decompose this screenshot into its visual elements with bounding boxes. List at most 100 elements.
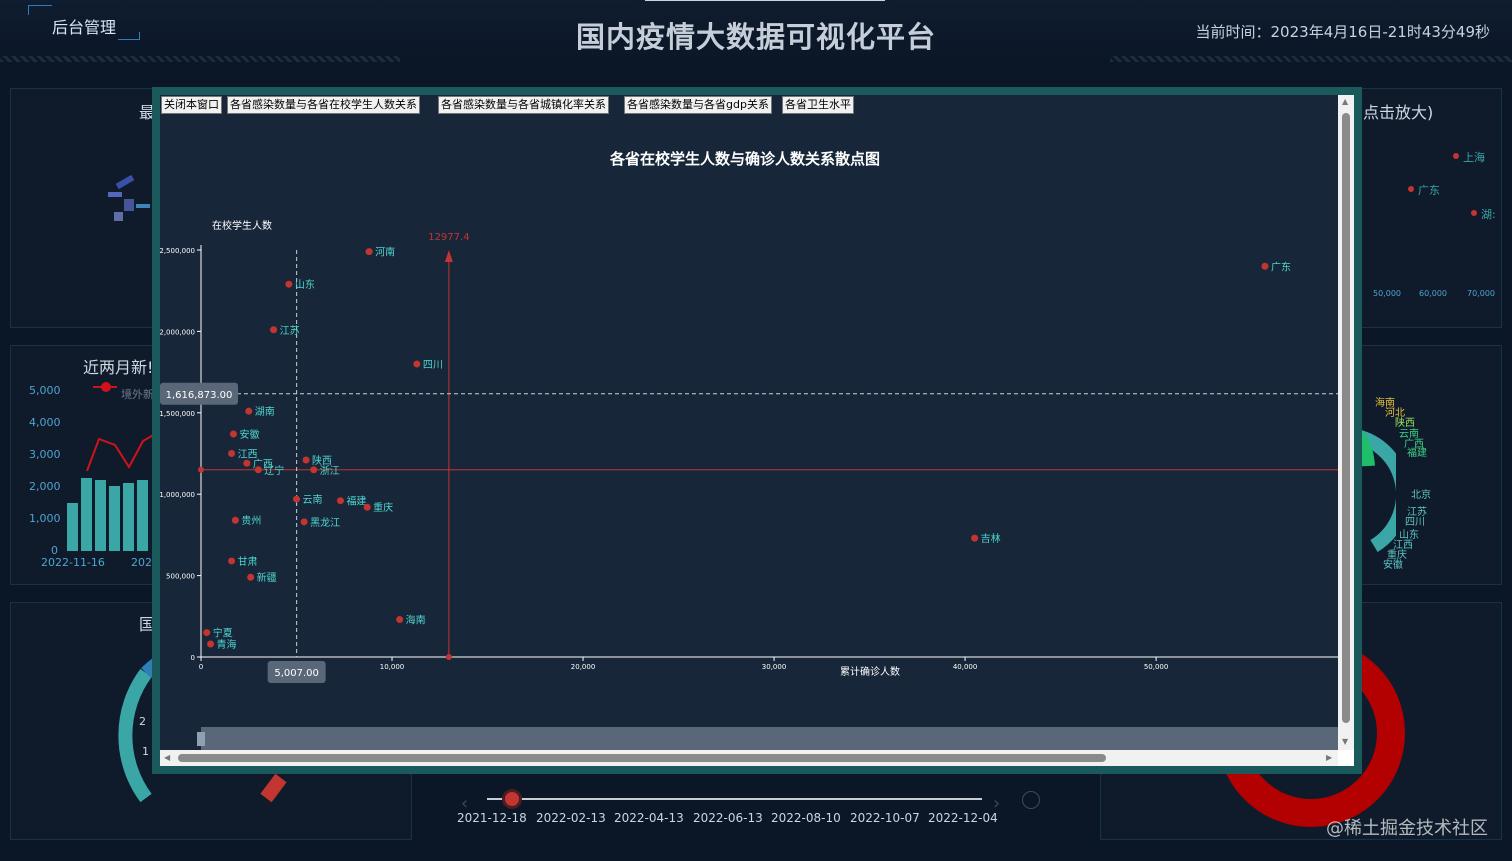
scatter-point xyxy=(229,430,237,438)
header-stripe xyxy=(0,56,400,62)
scatter-point-label: 江苏 xyxy=(280,324,300,337)
timeline-date[interactable]: 2022-08-10 xyxy=(771,811,841,825)
bg-bar xyxy=(137,480,148,551)
pie-label: 北京 xyxy=(1411,490,1431,501)
vertical-scrollbar[interactable]: ▲ ▼ xyxy=(1338,95,1354,750)
scatter-point xyxy=(363,503,371,511)
scatter-point-label: 海南 xyxy=(406,614,426,627)
datazoom-slider[interactable] xyxy=(201,727,1338,750)
mark-line-arrow xyxy=(444,250,453,262)
y-tick-label: 1,000 xyxy=(29,512,61,525)
scroll-down-icon[interactable]: ▼ xyxy=(1342,737,1348,746)
scatter-point-label: 浙江 xyxy=(320,465,340,477)
gauge-tick: 1 xyxy=(142,745,149,758)
bg-bar xyxy=(95,480,106,551)
timeline-date[interactable]: 2022-04-13 xyxy=(614,811,684,825)
scatter-point-label: 黑龙江 xyxy=(310,516,340,529)
timeline[interactable]: ‹ › 2021-12-18 2022-02-13 2022-04-13 202… xyxy=(455,785,1055,835)
timeline-date[interactable]: 2022-10-07 xyxy=(850,811,920,825)
mark-line-start xyxy=(445,654,452,660)
x-tick-label: 30,000 xyxy=(762,663,787,671)
gauge-tick: 2 xyxy=(139,715,146,728)
modal-content: 关闭本窗口 各省感染数量与各省在校学生人数关系 各省感染数量与各省城镇化率关系 … xyxy=(160,95,1354,766)
panel-title: 近两月新! xyxy=(83,358,154,377)
chart-modal: 关闭本窗口 各省感染数量与各省在校学生人数关系 各省感染数量与各省城镇化率关系 … xyxy=(152,87,1362,774)
scatter-point-label: 贵州 xyxy=(241,514,261,527)
current-time: 当前时间：2023年4月16日-21时43分49秒 xyxy=(1195,23,1490,41)
timeline-pause-icon[interactable] xyxy=(1022,791,1040,809)
scatter-point-label: 云南 xyxy=(303,493,323,506)
y-tick-label: 5,000 xyxy=(29,384,61,397)
scatter-point xyxy=(336,497,344,505)
x-axis-label: 累计确诊人数 xyxy=(840,665,900,678)
scatter-point xyxy=(203,629,211,637)
chart-area: 关闭本窗口 各省感染数量与各省在校学生人数关系 各省感染数量与各省城镇化率关系 … xyxy=(160,95,1338,750)
datazoom-handle[interactable] xyxy=(197,732,205,746)
header-stripe xyxy=(1110,56,1512,62)
timeline-date[interactable]: 2022-02-13 xyxy=(536,811,606,825)
x-tick-label: 60,000 xyxy=(1419,289,1447,298)
x-tick-label: 10,000 xyxy=(380,663,405,671)
y-tick-label: 500,000 xyxy=(166,573,195,581)
title-underline xyxy=(645,0,885,1)
bg-line-series xyxy=(86,432,158,471)
bg-bar xyxy=(67,503,78,551)
timeline-date[interactable]: 2022-06-13 xyxy=(693,811,763,825)
scatter-point xyxy=(207,640,215,648)
scatter-point xyxy=(302,456,310,464)
scatter-point xyxy=(413,360,421,368)
timeline-date[interactable]: 2021-12-18 xyxy=(457,811,527,825)
scatter-point xyxy=(396,616,404,624)
scatter-point-label: 辽宁 xyxy=(264,464,284,477)
y-tick-label: 1,000,000 xyxy=(160,491,195,499)
scatter-point xyxy=(1261,262,1269,270)
scatter-point xyxy=(247,573,255,581)
scatter-point xyxy=(245,407,253,415)
scroll-right-icon[interactable]: ▶ xyxy=(1326,753,1332,762)
x-tick-label: 2022-11-16 xyxy=(41,556,105,569)
y-tick-label: 2,500,000 xyxy=(160,247,195,255)
timeline-track[interactable] xyxy=(487,798,982,800)
bg-point-label: 广东 xyxy=(1418,184,1440,197)
bg-bar xyxy=(81,478,92,551)
scatter-point-label: 福建 xyxy=(346,495,366,508)
x-tick-label: 0 xyxy=(199,663,203,671)
bg-point xyxy=(1453,153,1459,159)
panel-title: 点击放大) xyxy=(1363,103,1434,122)
y-axis-label: 在校学生人数 xyxy=(212,219,272,232)
scatter-point-label: 新疆 xyxy=(257,571,277,584)
scatter-point xyxy=(243,459,251,467)
scatter-chart: 各省在校学生人数与确诊人数关系散点图 在校学生人数 累计确诊人数 0 500,00… xyxy=(160,150,1338,750)
crosshair-x-value: 5,007.00 xyxy=(274,668,319,679)
bg-point-label: 湖: xyxy=(1481,208,1496,221)
y-tick-label: 3,000 xyxy=(29,448,61,461)
scroll-left-icon[interactable]: ◀ xyxy=(164,753,170,762)
timeline-date[interactable]: 2022-12-04 xyxy=(928,811,998,825)
scatter-point-label: 甘肃 xyxy=(238,555,258,568)
legend-marker xyxy=(101,382,111,392)
scatter-point-label: 重庆 xyxy=(373,501,393,514)
scatter-point-label: 四川 xyxy=(423,360,443,371)
pie-label: 安徽 xyxy=(1383,560,1403,571)
scatter-point-label: 湖南 xyxy=(255,405,275,418)
scatter-point-label: 广东 xyxy=(1271,260,1291,273)
horizontal-scroll-thumb[interactable] xyxy=(178,754,1106,762)
scatter-point-label: 吉林 xyxy=(981,532,1001,545)
mark-line-label: 12977.4 xyxy=(428,232,469,243)
vertical-scroll-thumb[interactable] xyxy=(1342,113,1350,723)
scatter-point xyxy=(365,248,373,256)
timeline-handle[interactable] xyxy=(505,792,519,806)
scatter-point xyxy=(285,280,293,288)
scatter-point-label: 青海 xyxy=(217,638,237,651)
scatter-point xyxy=(270,326,278,334)
x-tick-label: 50,000 xyxy=(1373,289,1401,298)
scroll-up-icon[interactable]: ▲ xyxy=(1342,97,1348,106)
y-tick-label: 2,000,000 xyxy=(160,328,195,336)
scatter-point xyxy=(254,466,262,474)
x-tick-label: 20,000 xyxy=(571,663,596,671)
bg-pie-fragment xyxy=(1356,429,1396,552)
scatter-point xyxy=(228,450,236,457)
horizontal-scrollbar[interactable]: ◀ ▶ xyxy=(160,750,1338,766)
scatter-point-label: 安徽 xyxy=(239,428,259,441)
scatter-point xyxy=(300,518,308,526)
